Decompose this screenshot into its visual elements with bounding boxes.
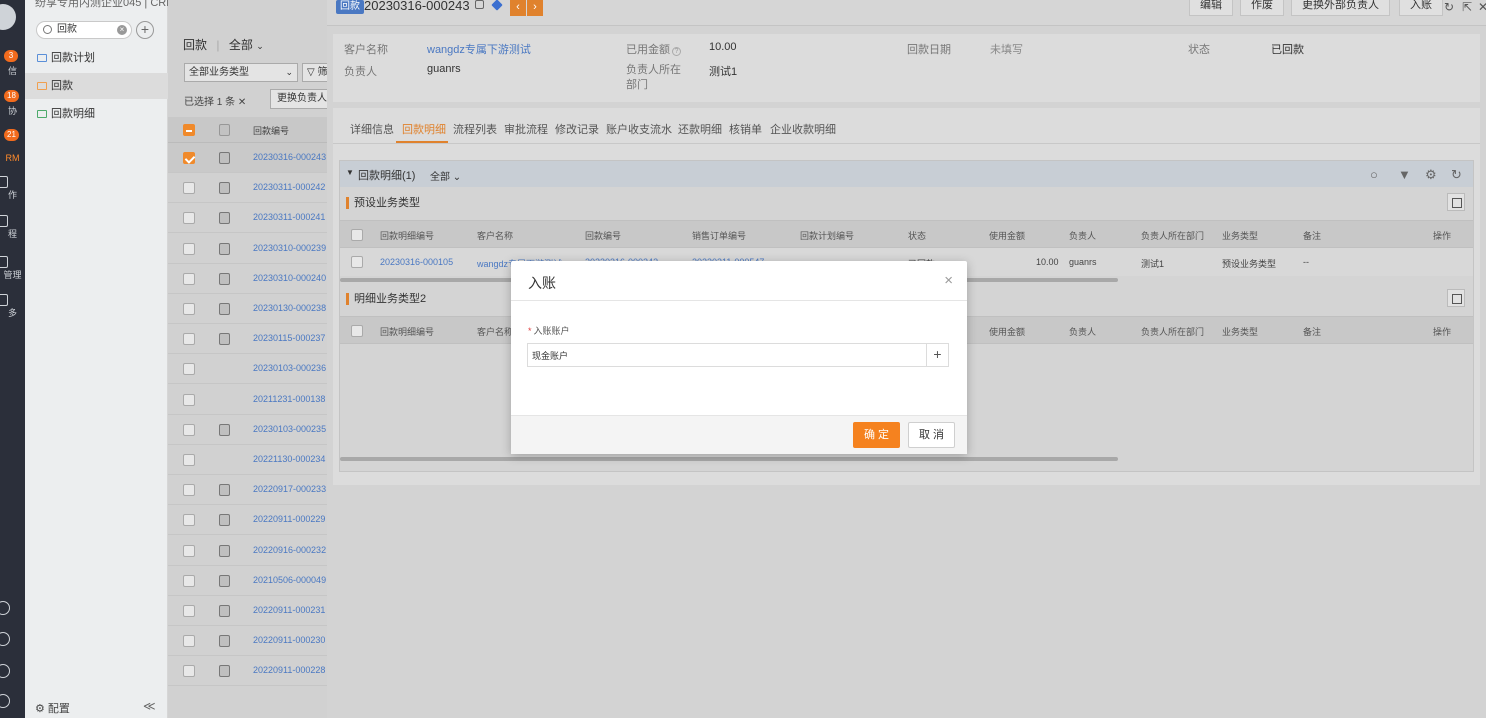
app: 3 信 18 协 21 RM 作 程 管理 多 纷享专用内测企业045 | CR… (0, 0, 1486, 718)
close-icon[interactable]: × (944, 272, 953, 289)
cancel-button[interactable]: 取 消 (908, 422, 955, 448)
dialog-footer: 确 定 取 消 (511, 415, 967, 454)
dialog-title: 入账 (528, 275, 556, 291)
entry-dialog: 入账 × *入账账户 + 确 定 取 消 (511, 261, 967, 454)
dialog-header: 入账 × (511, 261, 967, 301)
account-field-label: * 入账账户 (528, 324, 570, 337)
add-account-button[interactable]: + (926, 343, 949, 367)
account-label-text: 入账账户 (533, 326, 570, 336)
confirm-button[interactable]: 确 定 (853, 422, 900, 448)
required-mark: * (528, 326, 532, 336)
account-input[interactable] (527, 343, 927, 367)
